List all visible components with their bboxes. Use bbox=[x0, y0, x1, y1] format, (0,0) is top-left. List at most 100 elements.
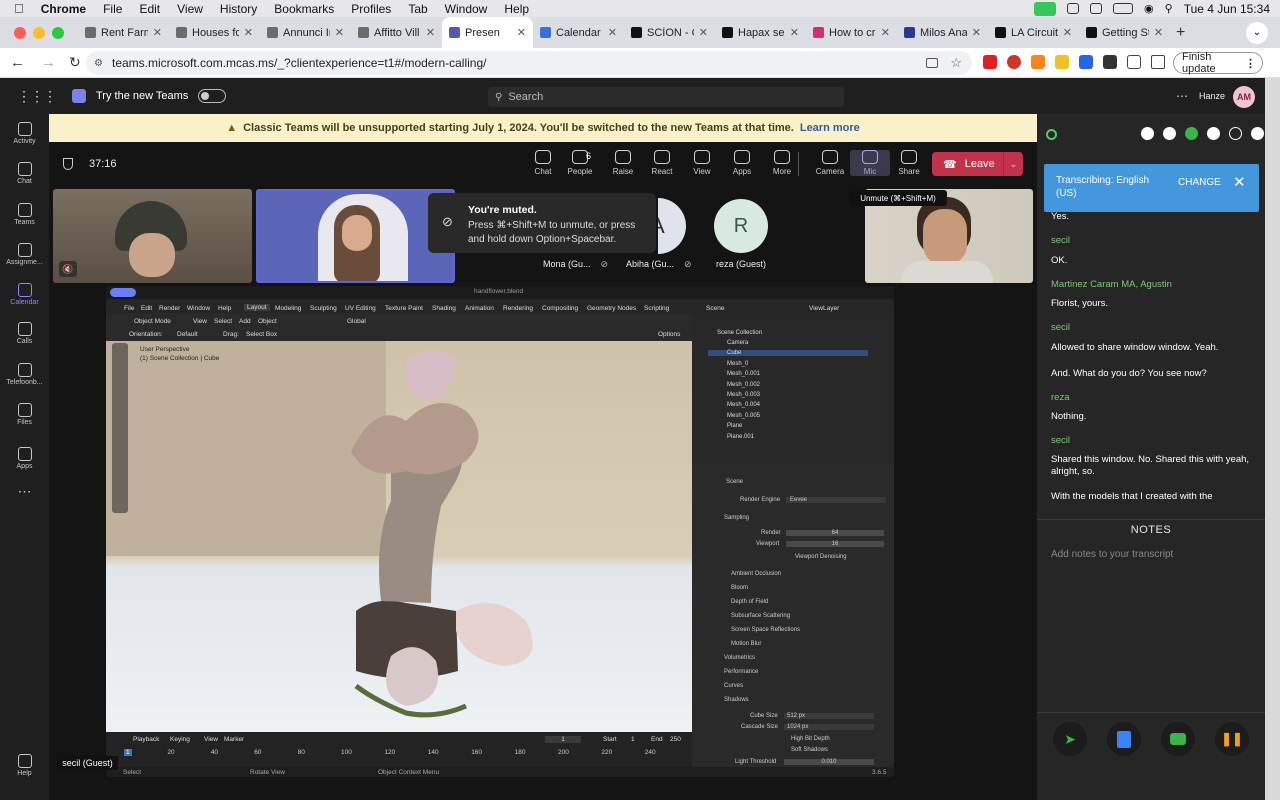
workspace-tab-sculpting[interactable]: Sculpting bbox=[310, 305, 337, 312]
video-tile-participant-2[interactable] bbox=[256, 189, 455, 283]
workspace-tab-scripting[interactable]: Scripting bbox=[644, 305, 669, 312]
url-text[interactable]: teams.microsoft.com.mcas.ms/_?clientexpe… bbox=[112, 56, 486, 70]
new-tab-button[interactable]: + bbox=[1176, 24, 1185, 42]
object-mode-dropdown[interactable]: Object Mode bbox=[134, 318, 171, 325]
blender-menu-window[interactable]: Window bbox=[187, 305, 210, 312]
tab-close-icon[interactable]: ✕ bbox=[1154, 26, 1163, 39]
properties-panel-motion-blur[interactable]: Motion Blur bbox=[731, 641, 761, 647]
rail-item-help[interactable]: Help bbox=[0, 754, 49, 777]
camera-capture-button[interactable] bbox=[1161, 722, 1195, 756]
tab-close-icon[interactable]: ✕ bbox=[335, 26, 344, 39]
timeline-menu-marker[interactable]: Marker bbox=[224, 736, 244, 743]
viewport-menu-object[interactable]: Object bbox=[258, 318, 277, 325]
eraser-icon[interactable] bbox=[1163, 127, 1176, 140]
outliner-root[interactable]: Scene Collection bbox=[717, 330, 762, 336]
properties-panel-ambient-occlusion[interactable]: Ambient Occlusion bbox=[731, 571, 781, 577]
workspace-tab-geometry-nodes[interactable]: Geometry Nodes bbox=[587, 305, 636, 312]
tab-close-icon[interactable]: ✕ bbox=[1063, 26, 1072, 39]
sampling-panel[interactable]: Sampling bbox=[724, 515, 749, 521]
3d-viewport[interactable] bbox=[106, 341, 692, 732]
learn-more-link[interactable]: Learn more bbox=[800, 122, 860, 134]
browser-tab[interactable]: How to cre ✕ bbox=[806, 17, 897, 48]
browser-tab[interactable]: Affitto Vill ✕ bbox=[351, 17, 442, 48]
view-layer-selector[interactable]: ViewLayer bbox=[809, 305, 839, 312]
share-control-button[interactable]: Share bbox=[889, 150, 929, 176]
rail-item-chat[interactable]: Chat bbox=[0, 162, 49, 185]
tab-close-icon[interactable]: ✕ bbox=[244, 26, 253, 39]
orientation-dropdown[interactable]: Default bbox=[177, 331, 198, 338]
rail-item-calendar[interactable]: Calendar bbox=[0, 283, 49, 306]
battery-icon[interactable] bbox=[1113, 3, 1134, 14]
close-window-button[interactable] bbox=[14, 26, 26, 39]
metamask-icon[interactable] bbox=[1031, 55, 1045, 69]
tab-close-icon[interactable]: ✕ bbox=[608, 26, 617, 39]
rail-item-files[interactable]: Files bbox=[0, 403, 49, 426]
workspace-tab-compositing[interactable]: Compositing bbox=[542, 305, 578, 312]
properties-panel-screen-space-reflections[interactable]: Screen Space Reflections bbox=[731, 627, 800, 633]
tab-close-icon[interactable]: ✕ bbox=[699, 26, 708, 39]
rail-item-assignme[interactable]: Assignme... bbox=[0, 243, 49, 266]
browser-tab[interactable]: Getting St ✕ bbox=[1079, 17, 1170, 48]
properties-panel-subsurface-scattering[interactable]: Subsurface Scattering bbox=[731, 613, 790, 619]
view-control-button[interactable]: View bbox=[682, 150, 722, 176]
share-transcript-button[interactable]: ➤ bbox=[1053, 722, 1087, 756]
reload-icon[interactable]: ↻ bbox=[69, 54, 81, 71]
workspace-tab-modeling[interactable]: Modeling bbox=[275, 305, 301, 312]
more-control-button[interactable]: More bbox=[762, 150, 802, 176]
rail-item-telefoonb[interactable]: Telefoonb... bbox=[0, 363, 49, 386]
cube-size-dropdown[interactable]: 512 px bbox=[784, 713, 874, 719]
options-dropdown[interactable]: Options bbox=[658, 331, 680, 338]
notes-placeholder[interactable]: Add notes to your transcript bbox=[1051, 549, 1173, 560]
tab-close-icon[interactable]: ✕ bbox=[153, 26, 162, 39]
home-icon[interactable] bbox=[1141, 127, 1154, 140]
properties-panel-depth-of-field[interactable]: Depth of Field bbox=[731, 599, 768, 605]
tab-close-icon[interactable]: ✕ bbox=[972, 26, 981, 39]
properties-panel-shadows[interactable]: Shadows bbox=[724, 697, 749, 703]
browser-tab[interactable]: Rent Farm ✕ bbox=[78, 17, 169, 48]
render-engine-dropdown[interactable]: Eevee bbox=[786, 497, 886, 503]
scene-selector[interactable]: Scene bbox=[706, 305, 724, 312]
browser-tab[interactable]: Presen ✕ bbox=[442, 17, 533, 48]
outliner-item[interactable]: Plane bbox=[727, 423, 742, 429]
blender-menu-file[interactable]: File bbox=[124, 305, 134, 312]
menu-view[interactable]: View bbox=[177, 2, 203, 16]
search-icon[interactable]: ⚲ bbox=[1165, 2, 1173, 15]
workspace-tab-texture-paint[interactable]: Texture Paint bbox=[385, 305, 423, 312]
blender-menu-edit[interactable]: Edit bbox=[141, 305, 152, 312]
workspace-tab-rendering[interactable]: Rendering bbox=[503, 305, 533, 312]
app-launcher-icon[interactable]: ⋮⋮⋮ bbox=[17, 88, 57, 105]
change-language-button[interactable]: CHANGE bbox=[1178, 177, 1221, 188]
status-icon-2[interactable] bbox=[1090, 3, 1103, 14]
page-scrollbar[interactable] bbox=[1265, 78, 1280, 800]
clock[interactable]: Tue 4 Jun 15:34 bbox=[1184, 2, 1270, 16]
extension-red-icon[interactable] bbox=[1007, 55, 1021, 69]
start-frame-field[interactable]: 1 bbox=[631, 736, 635, 743]
more-vert-icon[interactable]: ⋮ bbox=[1245, 57, 1256, 70]
search-box[interactable]: ⚲ Search bbox=[488, 87, 844, 107]
viewport-menu-view[interactable]: View bbox=[193, 318, 207, 325]
properties-panel-curves[interactable]: Curves bbox=[724, 683, 743, 689]
video-tile-participant-1[interactable]: 🔇 bbox=[53, 189, 252, 283]
facetime-icon[interactable] bbox=[1034, 1, 1057, 16]
leave-button[interactable]: ☎ Leave ⌄ bbox=[932, 152, 1023, 176]
sidepanel-icon[interactable] bbox=[1151, 55, 1165, 69]
settings-icon[interactable] bbox=[1207, 127, 1220, 140]
extension-dark-icon[interactable] bbox=[1103, 55, 1117, 69]
render-samples-field[interactable]: 64 bbox=[786, 530, 884, 536]
properties-panel-bloom[interactable]: Bloom bbox=[731, 585, 748, 591]
light-threshold-field[interactable]: 0.010 bbox=[784, 759, 874, 765]
timeline-menu-playback[interactable]: Playback bbox=[133, 736, 159, 743]
high-bit-depth-checkbox[interactable]: High Bit Depth bbox=[791, 736, 830, 742]
rail-item-teams[interactable]: Teams bbox=[0, 203, 49, 226]
extension-yellow-icon[interactable] bbox=[1055, 55, 1069, 69]
org-name[interactable]: Hanze bbox=[1199, 91, 1225, 101]
pin-icon[interactable] bbox=[1251, 127, 1264, 140]
menu-bookmarks[interactable]: Bookmarks bbox=[274, 2, 334, 16]
workspace-tab-animation[interactable]: Animation bbox=[465, 305, 494, 312]
tab-close-icon[interactable]: ✕ bbox=[426, 26, 435, 39]
bookmark-star-icon[interactable]: ☆ bbox=[950, 55, 962, 71]
workspace-tab-layout[interactable]: Layout bbox=[244, 304, 270, 311]
forward-icon[interactable]: → bbox=[41, 54, 56, 71]
viewport-menu-select[interactable]: Select bbox=[214, 318, 232, 325]
browser-tab[interactable]: Hapax sec ✕ bbox=[715, 17, 806, 48]
